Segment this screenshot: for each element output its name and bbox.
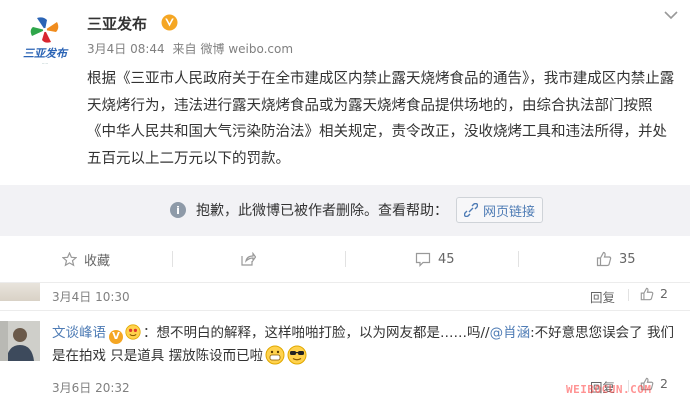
comment-separator [0, 310, 690, 311]
forward-icon [241, 251, 256, 266]
comment-icon [415, 252, 431, 267]
commenter-avatar[interactable] [0, 283, 40, 301]
thumbs-up-icon [596, 251, 612, 267]
favorite-button[interactable]: 收藏 [62, 236, 110, 282]
help-link-label: 网页链接 [483, 204, 536, 220]
deleted-notice: i 抱歉，此微博已被作者删除。查看帮助： 网页链接 [0, 185, 690, 236]
comment-like-count: 2 [660, 376, 668, 391]
logo-text: 三亚发布 [23, 47, 67, 60]
post-meta: 3月4日 08:44 来自 微博 weibo.com [87, 40, 297, 57]
forward-button[interactable] [240, 236, 263, 282]
like-button[interactable]: 35 [596, 236, 636, 282]
like-count: 35 [619, 251, 636, 267]
action-divider [172, 251, 173, 267]
thumbs-up-icon [640, 287, 654, 300]
action-bar: 收藏 45 35 [0, 236, 690, 283]
help-web-link[interactable]: 网页链接 [456, 197, 544, 223]
verified-badge-icon: V [109, 329, 123, 344]
account-avatar[interactable]: 三亚发布 ····· [18, 16, 72, 70]
link-icon [464, 203, 478, 217]
pinwheel-logo-icon [30, 17, 59, 43]
comment-button[interactable]: 45 [415, 236, 455, 282]
comment-like-button[interactable]: 2 [640, 286, 668, 301]
post-date[interactable]: 3月4日 08:44 [87, 42, 165, 56]
person-photo-icon [0, 321, 40, 361]
verified-badge-icon [161, 14, 178, 31]
chevron-down-icon[interactable] [664, 10, 678, 20]
reply-button[interactable]: 回复 [590, 287, 615, 306]
heart-eyes-badge-icon [125, 324, 141, 340]
comment-time: 3月4日 10:30 [52, 290, 130, 304]
star-icon [62, 251, 77, 267]
comment-like-count: 2 [660, 286, 668, 301]
account-name[interactable]: 三亚发布 [87, 13, 147, 34]
comment-time: 3月6日 20:32 [52, 381, 130, 395]
site-watermark: WEIBOCUN.COM [566, 383, 652, 396]
comment-text: 文谈峰语 V ：想不明白的解释，这样啪啪打脸，以为网友都是……吗//@肖涵:不好意… [52, 322, 682, 368]
action-divider [345, 251, 346, 267]
grinning-face-icon [265, 345, 285, 365]
action-divider [518, 251, 519, 267]
favorite-label: 收藏 [84, 253, 111, 269]
weibo-post-card: 三亚发布 ····· 三亚发布 3月4日 08:44 来自 微博 weibo.co… [0, 0, 690, 185]
source-prefix: 来自 [172, 42, 197, 56]
post-source[interactable]: 微博 weibo.com [201, 42, 294, 56]
mention-link[interactable]: @肖涵 [490, 325, 531, 341]
post-text: 根据《三亚市人民政府关于在全市建成区内禁止露天烧烤食品的通告》，我市建成区内禁止… [87, 71, 675, 167]
info-icon: i [170, 202, 186, 218]
commenter-name[interactable]: 文谈峰语 [52, 325, 106, 341]
comment-body-part1: ：想不明白的解释，这样啪啪打脸，以为网友都是……吗// [143, 325, 490, 341]
commenter-avatar[interactable] [0, 321, 40, 361]
logo-subtext: ····· [41, 61, 49, 66]
comment-divider [628, 289, 629, 301]
sunglasses-face-icon [287, 345, 307, 365]
deleted-message: 抱歉，此微博已被作者删除。查看帮助： [196, 203, 448, 219]
comment-count: 45 [438, 251, 455, 267]
